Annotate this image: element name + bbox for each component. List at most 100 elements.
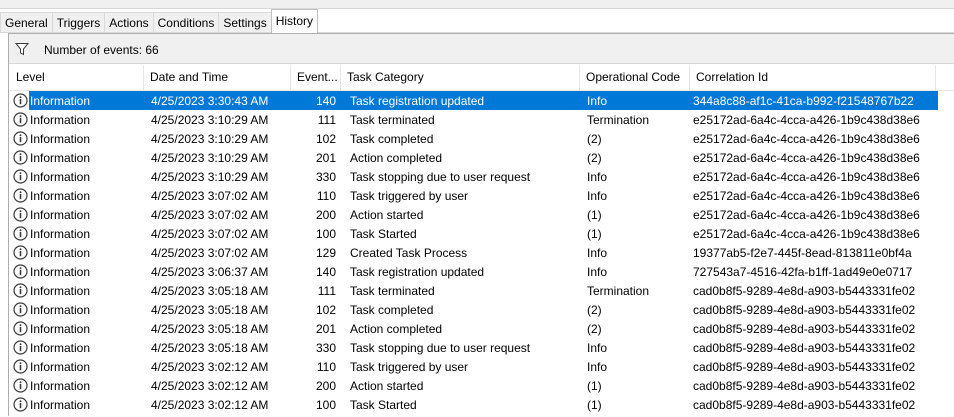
cell-task-category: Task terminated (350, 112, 435, 127)
cell-operational-code: (2) (587, 302, 602, 317)
tab-triggers[interactable]: Triggers (51, 12, 106, 33)
cell-correlation-id: cad0b8f5-9289-4e8d-a903-b5443331fe02 (693, 321, 916, 336)
information-icon (13, 112, 28, 127)
information-icon (13, 226, 28, 241)
cell-level: Information (10, 169, 141, 184)
filter-icon[interactable] (14, 41, 30, 57)
cell-level: Information (10, 340, 141, 355)
cell-date-time: 4/25/2023 3:07:02 AM (151, 188, 269, 203)
cell-task-category: Task Started (350, 226, 417, 241)
cell-operational-code: (1) (587, 378, 602, 393)
column-header-operational-code[interactable]: Operational Code (580, 65, 690, 90)
cell-task-category: Task stopping due to user request (350, 340, 531, 355)
table-row[interactable]: Information 4/25/2023 3:10:29 AM 111 Task t… (10, 110, 954, 129)
cell-operational-code: Info (587, 359, 608, 374)
table-row[interactable]: Information 4/25/2023 3:07:02 AM 100 Task S… (10, 224, 954, 243)
column-header-date[interactable]: Date and Time (144, 65, 291, 90)
level-text: Information (30, 321, 91, 336)
cell-date-time: 4/25/2023 3:05:18 AM (151, 283, 269, 298)
table-row[interactable]: Information 4/25/2023 3:02:12 AM 100 Task S… (10, 395, 954, 414)
level-text: Information (30, 131, 91, 146)
table-row[interactable]: Information 4/25/2023 3:10:29 AM 102 Task c… (10, 129, 954, 148)
cell-task-category: Task completed (350, 131, 434, 146)
information-icon (13, 283, 28, 298)
cell-task-category: Created Task Process (350, 245, 468, 260)
cell-date-time: 4/25/2023 3:10:29 AM (151, 169, 269, 184)
tab-history[interactable]: History (270, 9, 319, 33)
tab-actions[interactable]: Actions (104, 12, 154, 33)
information-icon (13, 93, 28, 108)
cell-event-id: 110 (316, 359, 336, 374)
cell-level: Information (10, 359, 141, 374)
information-icon (13, 264, 28, 279)
cell-date-time: 4/25/2023 3:07:02 AM (151, 207, 269, 222)
level-text: Information (30, 340, 91, 355)
table-row[interactable]: Information 4/25/2023 3:02:12 AM 110 Task t… (10, 357, 954, 376)
level-text: Information (30, 207, 91, 222)
level-text: Information (30, 264, 91, 279)
tab-general[interactable]: General (0, 12, 53, 33)
cell-task-category: Task registration updated (350, 264, 485, 279)
cell-correlation-id: e25172ad-6a4c-4cca-a426-1b9c438d38e6 (693, 226, 920, 241)
cell-event-id: 100 (315, 226, 336, 241)
cell-event-id: 201 (315, 150, 336, 165)
window-top-band (0, 0, 954, 9)
cell-correlation-id: e25172ad-6a4c-4cca-a426-1b9c438d38e6 (693, 169, 920, 184)
tab-strip: General Triggers Actions Conditions Sett… (0, 9, 954, 33)
table-row[interactable]: Information 4/25/2023 3:02:12 AM 200 Action… (10, 376, 954, 395)
level-text: Information (30, 188, 91, 203)
cell-event-id: 111 (317, 283, 336, 298)
cell-correlation-id: cad0b8f5-9289-4e8d-a903-b5443331fe02 (693, 378, 916, 393)
table-row[interactable]: Information 4/25/2023 3:10:29 AM 330 Task s… (10, 167, 954, 186)
table-row[interactable]: Information 4/25/2023 3:30:43 AM 140 Task r… (10, 91, 954, 110)
cell-level: Information (10, 150, 141, 165)
level-text: Information (30, 226, 91, 241)
cell-correlation-id: cad0b8f5-9289-4e8d-a903-b5443331fe02 (693, 283, 916, 298)
table-row[interactable]: Information 4/25/2023 3:07:02 AM 200 Action… (10, 205, 954, 224)
cell-date-time: 4/25/2023 3:06:37 AM (151, 264, 269, 279)
table-row[interactable]: Information 4/25/2023 3:10:29 AM 201 Action… (10, 148, 954, 167)
table-row[interactable]: Information 4/25/2023 3:06:37 AM 140 Task r… (10, 262, 954, 281)
table-row[interactable]: Information 4/25/2023 3:07:02 AM 129 Create… (10, 243, 954, 262)
cell-correlation-id: e25172ad-6a4c-4cca-a426-1b9c438d38e6 (693, 131, 920, 146)
cell-event-id: 129 (315, 245, 336, 260)
table-row[interactable]: Information 4/25/2023 3:05:18 AM 330 Task s… (10, 338, 954, 357)
information-icon (13, 169, 28, 184)
information-icon (13, 245, 28, 260)
level-text: Information (30, 112, 91, 127)
cell-date-time: 4/25/2023 3:02:12 AM (151, 397, 269, 412)
cell-task-category: Action completed (350, 150, 443, 165)
table-row[interactable]: Information 4/25/2023 3:05:18 AM 102 Task c… (10, 300, 954, 319)
tab-settings[interactable]: Settings (218, 12, 272, 33)
column-header-task-category[interactable]: Task Category (341, 65, 580, 90)
level-text: Information (30, 93, 91, 108)
cell-operational-code: Info (587, 169, 608, 184)
cell-task-category: Task registration updated (350, 93, 485, 108)
information-icon (13, 359, 28, 374)
tab-conditions[interactable]: Conditions (152, 12, 220, 33)
cell-task-category: Task completed (350, 302, 434, 317)
information-icon (13, 302, 28, 317)
column-header-correlation-id[interactable]: Correlation Id (690, 65, 936, 90)
table-row[interactable]: Information 4/25/2023 3:07:02 AM 110 Task t… (10, 186, 954, 205)
table-row[interactable]: Information 4/25/2023 3:05:18 AM 201 Action… (10, 319, 954, 338)
column-header-level[interactable]: Level (10, 65, 144, 90)
information-icon (13, 207, 28, 222)
level-text: Information (30, 245, 91, 260)
cell-date-time: 4/25/2023 3:10:29 AM (151, 150, 269, 165)
cell-correlation-id: cad0b8f5-9289-4e8d-a903-b5443331fe02 (693, 302, 916, 317)
cell-operational-code: (2) (587, 150, 602, 165)
cell-operational-code: Info (587, 264, 608, 279)
cell-correlation-id: cad0b8f5-9289-4e8d-a903-b5443331fe02 (693, 340, 916, 355)
cell-correlation-id: 19377ab5-f2e7-445f-8ead-813811e0bf4a (693, 245, 912, 260)
cell-operational-code: Info (587, 93, 608, 108)
information-icon (13, 131, 28, 146)
information-icon (13, 397, 28, 412)
information-icon (13, 321, 28, 336)
table-row[interactable]: Information 4/25/2023 3:05:18 AM 111 Task t… (10, 281, 954, 300)
cell-date-time: 4/25/2023 3:02:12 AM (151, 378, 269, 393)
column-header-event-id[interactable]: Event... (291, 65, 341, 90)
cell-date-time: 4/25/2023 3:10:29 AM (151, 112, 269, 127)
level-text: Information (30, 397, 91, 412)
cell-event-id: 140 (315, 93, 336, 108)
